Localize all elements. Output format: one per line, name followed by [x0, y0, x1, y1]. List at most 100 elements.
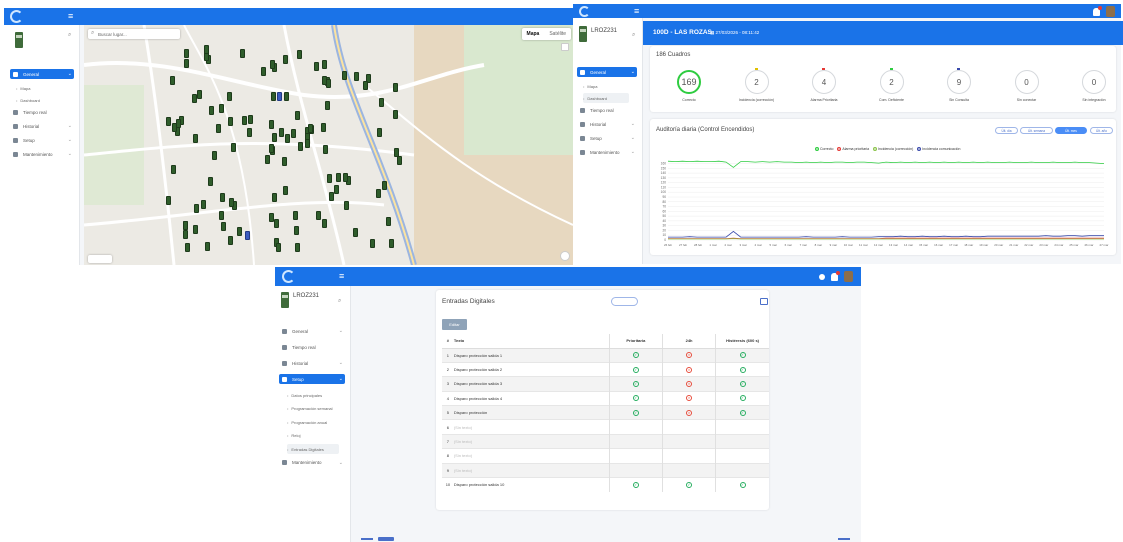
status-ring-incidencia-correccion[interactable]: 2: [744, 70, 769, 94]
cabinet-marker[interactable]: [221, 221, 227, 231]
cabinet-marker[interactable]: [343, 173, 349, 183]
cabinet-marker[interactable]: [283, 185, 289, 195]
cabinet-marker[interactable]: [282, 55, 288, 65]
bell-icon[interactable]: [831, 270, 840, 281]
cabinet-marker[interactable]: [203, 45, 209, 55]
cabinet-marker[interactable]: [212, 150, 218, 160]
sidebar-subitem-dashboard[interactable]: Dashboard: [583, 93, 629, 103]
cabinet-marker[interactable]: [322, 218, 328, 228]
cabinet-marker[interactable]: [363, 80, 369, 90]
status-ring-correcto[interactable]: 169: [677, 70, 701, 94]
cabinet-marker[interactable]: [297, 49, 303, 59]
cabinet-marker[interactable]: [284, 133, 290, 143]
status-ring-sin-consulta[interactable]: 9: [947, 70, 971, 94]
cabinet-marker[interactable]: [278, 127, 284, 137]
sidebar-item-tiempo-real[interactable]: Tiempo real: [10, 107, 74, 117]
cabinet-marker[interactable]: [219, 192, 225, 202]
sidebar-item-mantenimiento[interactable]: Mantenimiento ⌄: [577, 147, 637, 157]
table-row[interactable]: 6 (Sin texto): [442, 419, 769, 435]
sidebar-item-tiempo-real[interactable]: Tiempo real: [577, 105, 637, 115]
cabinet-marker[interactable]: [228, 198, 234, 208]
sidebar-subitem-programacion-semanal[interactable]: Programación semanal: [287, 404, 339, 414]
cabinet-marker[interactable]: [172, 122, 178, 132]
sidebar-item-tiempo-real[interactable]: Tiempo real: [279, 342, 345, 352]
settings-icon[interactable]: [760, 298, 768, 305]
cabinet-marker[interactable]: [322, 144, 328, 154]
table-row[interactable]: 7 (Sin texto): [442, 433, 769, 449]
cabinet-marker[interactable]: [276, 243, 282, 253]
sidebar-subitem-reloj[interactable]: Reloj: [287, 431, 339, 441]
sidebar-subitem-entradas-digitales[interactable]: Entradas Digitales: [287, 444, 339, 454]
fullscreen-icon[interactable]: [561, 43, 569, 51]
map-type-satellite[interactable]: Satélite: [544, 28, 571, 40]
sidebar-item-mantenimiento[interactable]: Mantenimiento ⌄: [10, 149, 74, 159]
cabinet-marker[interactable]: [228, 116, 234, 126]
cabinet-marker[interactable]: [294, 242, 300, 252]
sidebar-item-setup[interactable]: Setup ⌄: [279, 374, 345, 384]
table-row[interactable]: 2 Disparo protección salida 2 ✓ × ✓: [442, 361, 769, 377]
cabinet-marker[interactable]: [245, 231, 251, 241]
map-zoom-control[interactable]: [560, 251, 570, 261]
range-button-ult-dia[interactable]: Últ. día: [995, 127, 1018, 134]
map-view[interactable]: Buscar lugar... Mapa Satélite: [84, 25, 573, 265]
range-button-ult-semana[interactable]: Últ. semana: [1020, 127, 1053, 134]
sidebar-subitem-programacion-anual[interactable]: Programación anual: [287, 417, 339, 427]
cabinet-marker[interactable]: [386, 217, 392, 227]
cabinet-marker[interactable]: [182, 221, 188, 231]
cabinet-marker[interactable]: [264, 155, 270, 165]
search-icon[interactable]: ⌕: [338, 298, 341, 305]
cabinet-marker[interactable]: [342, 71, 348, 81]
cabinet-marker[interactable]: [183, 49, 189, 59]
cabinet-marker[interactable]: [393, 109, 399, 119]
cabinet-marker[interactable]: [307, 124, 313, 134]
avatar[interactable]: [1106, 6, 1115, 17]
cabinet-marker[interactable]: [352, 227, 358, 237]
menu-icon[interactable]: ≡: [339, 272, 348, 281]
range-button-ult-mes[interactable]: Últ. mes: [1055, 127, 1087, 134]
cabinet-marker[interactable]: [171, 165, 177, 175]
cabinet-marker[interactable]: [196, 89, 202, 99]
cabinet-marker[interactable]: [370, 238, 375, 248]
cabinet-marker[interactable]: [185, 243, 191, 253]
cabinet-marker[interactable]: [208, 176, 214, 186]
cabinet-marker[interactable]: [327, 174, 333, 184]
cabinet-marker[interactable]: [237, 226, 243, 236]
cabinet-marker[interactable]: [328, 192, 334, 202]
cabinet-marker[interactable]: [208, 105, 214, 115]
cabinet-marker[interactable]: [227, 92, 233, 102]
cabinet-marker[interactable]: [215, 123, 221, 133]
cabinet-marker[interactable]: [276, 92, 282, 102]
footer-link-right[interactable]: [838, 538, 850, 540]
cabinet-marker[interactable]: [269, 60, 275, 70]
cabinet-marker[interactable]: [313, 62, 319, 72]
cabinet-marker[interactable]: [292, 211, 298, 221]
cabinet-marker[interactable]: [231, 142, 237, 152]
map-type-map[interactable]: Mapa: [522, 28, 545, 40]
cabinet-marker[interactable]: [298, 142, 304, 152]
cabinet-marker[interactable]: [183, 230, 189, 240]
sidebar-item-historial[interactable]: Historial ⌄: [10, 121, 74, 131]
map-type-toggle[interactable]: Mapa Satélite: [521, 28, 571, 40]
cabinet-marker[interactable]: [353, 72, 359, 82]
range-button-ult-ano[interactable]: Últ. año: [1090, 127, 1113, 134]
sidebar-item-setup[interactable]: Setup ⌄: [577, 133, 637, 143]
sidebar-item-historial[interactable]: Historial ⌄: [279, 358, 345, 368]
cabinet-marker[interactable]: [290, 129, 296, 139]
cabinet-marker[interactable]: [326, 78, 332, 88]
cabinet-marker[interactable]: [320, 123, 326, 133]
table-row[interactable]: 8 (Sin texto): [442, 448, 769, 464]
cabinet-marker[interactable]: [270, 91, 276, 101]
cabinet-marker[interactable]: [397, 155, 403, 165]
cabinet-marker[interactable]: [283, 92, 289, 101]
cabinet-marker[interactable]: [194, 203, 200, 213]
table-row[interactable]: 9 (Sin texto): [442, 462, 769, 478]
cabinet-marker[interactable]: [295, 111, 301, 121]
sidebar-item-setup[interactable]: Setup ⌄: [10, 135, 74, 145]
cabinet-marker[interactable]: [200, 199, 206, 209]
table-row[interactable]: 4 Disparo protección salida 4 ✓ × ✓: [442, 390, 769, 406]
cabinet-marker[interactable]: [241, 116, 247, 126]
cabinet-marker[interactable]: [239, 49, 245, 59]
status-ring-com-deficiente[interactable]: 2: [879, 70, 904, 94]
cabinet-marker[interactable]: [325, 101, 331, 111]
cabinet-marker[interactable]: [166, 196, 172, 206]
